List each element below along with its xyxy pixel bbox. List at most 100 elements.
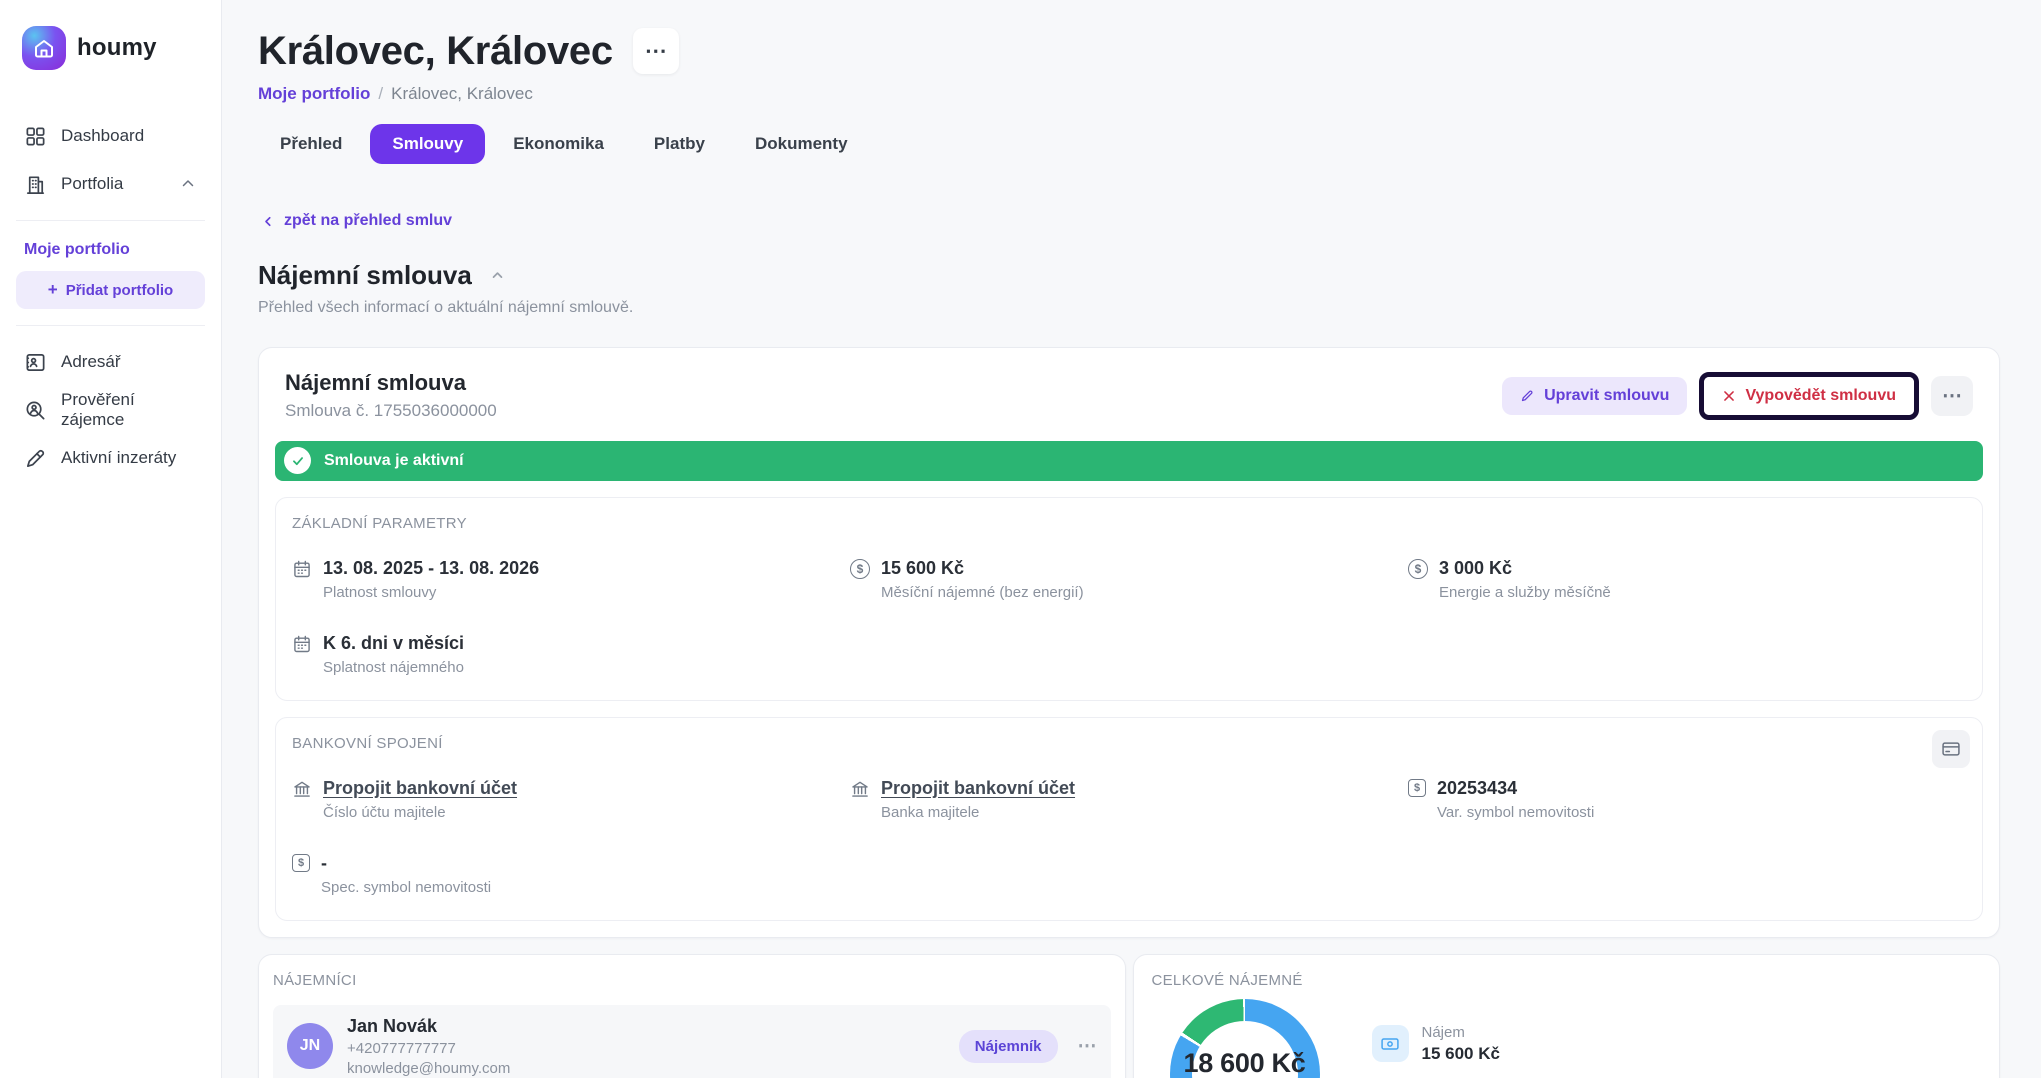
contract-number: Smlouva č. 1755036000000 — [285, 401, 497, 421]
tab-platby[interactable]: Platby — [632, 124, 727, 164]
basic-parameters-label: ZÁKLADNÍ PARAMETRY — [292, 515, 1966, 532]
legend-item-najem: Nájem 15 600 Kč — [1372, 1024, 1533, 1064]
check-circle-icon — [284, 447, 311, 474]
total-rent-label: CELKOVÉ NÁJEMNÉ — [1152, 972, 1982, 989]
status-text: Smlouva je aktivní — [324, 452, 464, 470]
param-value: 3 000 Kč — [1439, 558, 1611, 579]
main-content: Královec, Královec ⋯ Moje portfolio / Kr… — [222, 0, 2041, 1078]
add-portfolio-button[interactable]: + Přidat portfolio — [16, 271, 205, 309]
section-title: Nájemní smlouva — [258, 260, 472, 291]
person-search-icon — [24, 399, 47, 422]
tenant-role-badge: Nájemník — [959, 1030, 1058, 1063]
logo-text: houmy — [77, 34, 157, 62]
pencil-icon — [1520, 388, 1535, 403]
sidebar-item-portfolia[interactable]: Portfolia — [16, 160, 205, 208]
rent-donut-chart: 18 600 Kč měsíčně — [1170, 999, 1320, 1078]
breadcrumb: Moje portfolio / Královec, Královec — [258, 84, 2000, 104]
total-rent-card: CELKOVÉ NÁJEMNÉ 18 600 Kč měsíčně — [1133, 954, 2001, 1078]
bank-item-label: Číslo účtu majitele — [323, 804, 517, 821]
sidebar-item-aktivni-inzeraty[interactable]: Aktivní inzeráty — [16, 434, 205, 482]
tenant-row[interactable]: JN Jan Novák +420777777777 knowledge@hou… — [273, 1005, 1111, 1078]
plus-icon: + — [48, 280, 58, 300]
tab-dokumenty[interactable]: Dokumenty — [733, 124, 870, 164]
add-portfolio-label: Přidat portfolio — [66, 282, 174, 299]
basic-parameters-panel: ZÁKLADNÍ PARAMETRY 13. 08. 2025 - 13. 08… — [275, 497, 1983, 701]
pen-icon — [24, 447, 47, 470]
houmy-logo-icon — [22, 26, 66, 70]
donut-center: 18 600 Kč měsíčně — [1170, 999, 1320, 1078]
tab-prehled[interactable]: Přehled — [258, 124, 364, 164]
contract-more-button[interactable]: ⋯ — [1931, 376, 1973, 416]
contact-card-icon — [24, 351, 47, 374]
param-platnost: 13. 08. 2025 - 13. 08. 2026 Platnost sml… — [292, 558, 850, 601]
bank-item-cislo-uctu: Propojit bankovní účet Číslo účtu majite… — [292, 778, 850, 821]
breadcrumb-separator: / — [378, 84, 383, 104]
param-energie: $ 3 000 Kč Energie a služby měsíčně — [1408, 558, 1966, 601]
bank-item-banka: Propojit bankovní účet Banka majitele — [850, 778, 1408, 821]
sidebar-nav: Dashboard Portfolia Moje portfolio + Při… — [16, 112, 205, 482]
connect-bank-account-link[interactable]: Propojit bankovní účet — [881, 778, 1075, 799]
page-more-button[interactable]: ⋯ — [633, 28, 679, 74]
page-title: Královec, Královec — [258, 29, 613, 74]
calendar-icon — [292, 559, 312, 579]
sidebar-item-label: Dashboard — [61, 126, 144, 146]
sidebar-item-provereni-zajemce[interactable]: Prověření zájemce — [16, 386, 205, 434]
money-square-icon: $ — [1408, 779, 1426, 797]
tenant-name: Jan Novák — [347, 1016, 959, 1037]
bank-item-value: 20253434 — [1437, 778, 1594, 799]
sidebar-item-label: Adresář — [61, 352, 121, 372]
terminate-contract-label: Vypovědět smlouvu — [1745, 388, 1896, 404]
donut-total-value: 18 600 Kč — [1184, 1048, 1306, 1078]
credit-card-icon — [1941, 739, 1961, 759]
sidebar-item-dashboard[interactable]: Dashboard — [16, 112, 205, 160]
sidebar-item-moje-portfolio[interactable]: Moje portfolio — [16, 233, 205, 271]
bank-item-label: Spec. symbol nemovitosti — [321, 879, 491, 896]
chevron-up-icon — [179, 175, 197, 193]
param-splatnost: K 6. dni v měsíci Splatnost nájemného — [292, 633, 850, 676]
divider — [16, 220, 205, 221]
divider — [16, 325, 205, 326]
bank-panel-label: BANKOVNÍ SPOJENÍ — [292, 735, 1966, 752]
param-label: Splatnost nájemného — [323, 659, 464, 676]
param-value: 13. 08. 2025 - 13. 08. 2026 — [323, 558, 539, 579]
bank-icon — [292, 779, 312, 799]
tenant-phone: +420777777777 — [347, 1040, 959, 1057]
section-subtitle: Přehled všech informací o aktuální nájem… — [258, 299, 2000, 317]
edit-contract-label: Upravit smlouvu — [1544, 388, 1669, 404]
tenant-email: knowledge@houmy.com — [347, 1060, 959, 1077]
legend-label: Nájem — [1422, 1024, 1500, 1041]
sidebar-item-label: Prověření zájemce — [61, 390, 197, 430]
bank-card-button[interactable] — [1932, 730, 1970, 768]
breadcrumb-link-portfolio[interactable]: Moje portfolio — [258, 84, 370, 104]
bank-item-label: Var. symbol nemovitosti — [1437, 804, 1594, 821]
legend-value: 15 600 Kč — [1422, 1044, 1500, 1064]
tenant-more-button[interactable]: ⋯ — [1078, 1037, 1097, 1056]
param-label: Měsíční nájemné (bez energií) — [881, 584, 1084, 601]
param-label: Energie a služby měsíčně — [1439, 584, 1611, 601]
edit-contract-button[interactable]: Upravit smlouvu — [1502, 377, 1687, 415]
money-square-icon: $ — [292, 854, 310, 872]
sidebar-item-adresar[interactable]: Adresář — [16, 338, 205, 386]
contract-card: Nájemní smlouva Smlouva č. 1755036000000… — [258, 347, 2000, 938]
bank-icon — [850, 779, 870, 799]
money-circle-icon: $ — [850, 559, 870, 579]
donut-legend: Nájem 15 600 Kč Energie a služby 3 000 K… — [1372, 1024, 1533, 1078]
houmy-logo[interactable]: houmy — [16, 26, 205, 70]
connect-bank-account-link[interactable]: Propojit bankovní účet — [323, 778, 517, 799]
dashboard-icon — [24, 125, 47, 148]
terminate-contract-button[interactable]: Vypovědět smlouvu — [1704, 377, 1914, 415]
sidebar-item-label: Aktivní inzeráty — [61, 448, 176, 468]
section-collapse-button[interactable] — [486, 264, 509, 287]
calendar-icon — [292, 634, 312, 654]
x-icon — [1722, 389, 1736, 403]
sidebar-item-label: Portfolia — [61, 174, 123, 194]
tab-smlouvy[interactable]: Smlouvy — [370, 124, 485, 164]
tab-ekonomika[interactable]: Ekonomika — [491, 124, 626, 164]
back-link[interactable]: zpět na přehled smluv — [258, 212, 452, 230]
param-value: K 6. dni v měsíci — [323, 633, 464, 654]
banknote-icon — [1372, 1025, 1409, 1062]
bank-item-value: - — [321, 853, 491, 874]
bank-panel: BANKOVNÍ SPOJENÍ Propojit bankovní účet … — [275, 717, 1983, 921]
contract-title: Nájemní smlouva — [285, 370, 497, 396]
tenants-label: NÁJEMNÍCI — [273, 972, 1111, 989]
